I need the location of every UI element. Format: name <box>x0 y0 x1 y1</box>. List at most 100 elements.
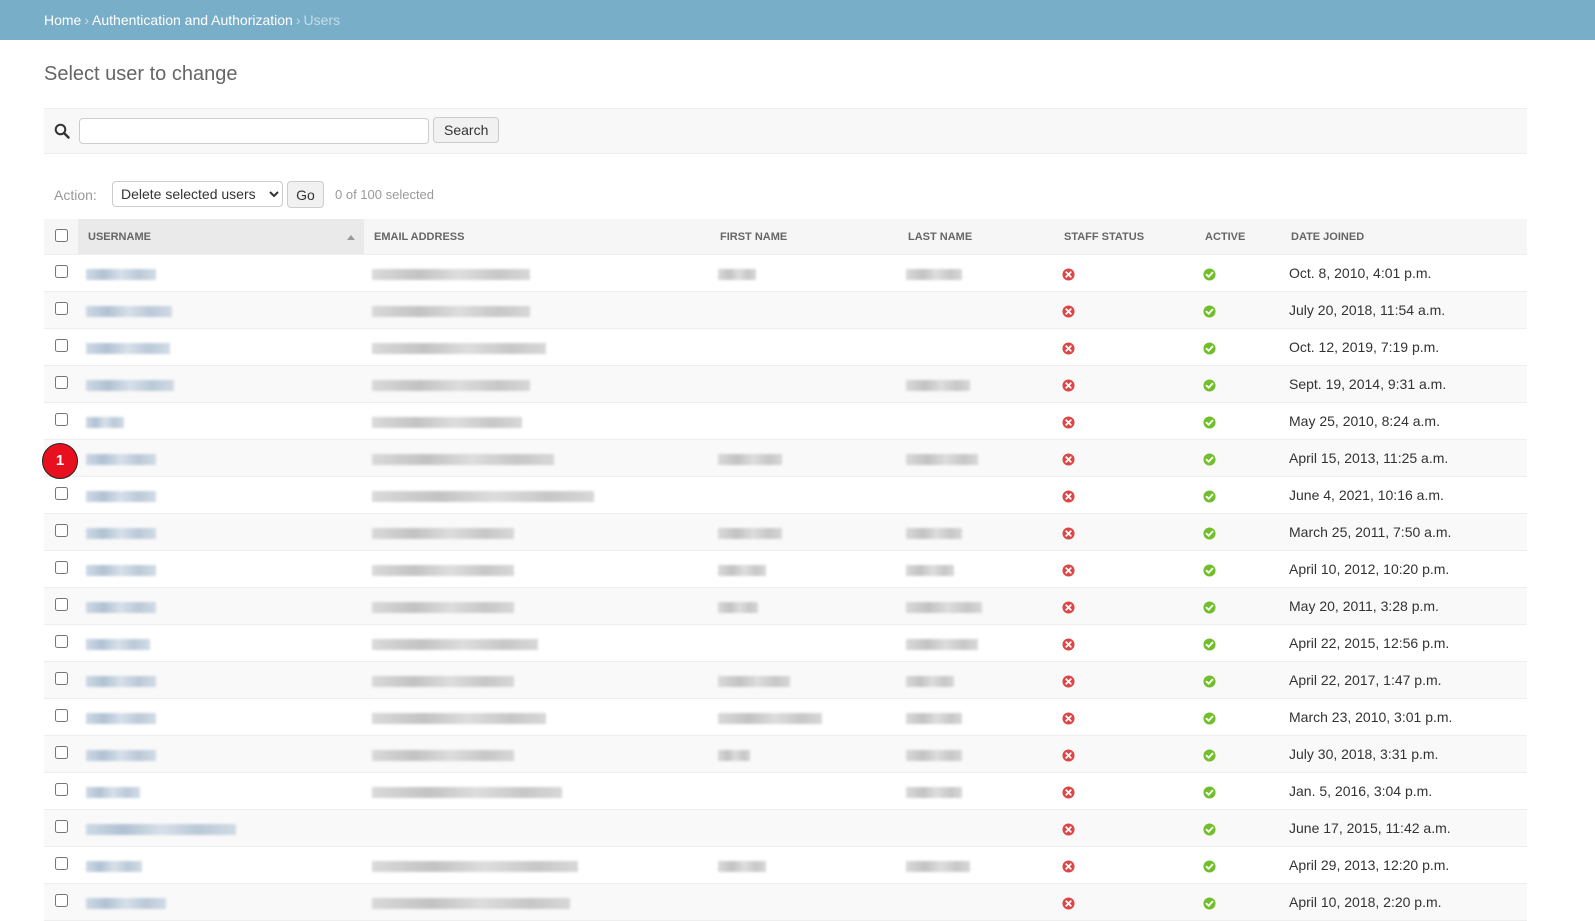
first-name-text <box>718 527 782 539</box>
row-select-cell <box>44 661 78 699</box>
table-row: Jan. 5, 2016, 3:04 p.m. <box>44 772 1527 810</box>
username-cell <box>78 476 364 514</box>
yes-icon <box>1203 490 1216 503</box>
search-input[interactable] <box>79 118 429 144</box>
row-select-checkbox[interactable] <box>54 857 68 870</box>
row-select-checkbox[interactable] <box>54 598 68 611</box>
table-row: June 4, 2021, 10:16 a.m. <box>44 476 1527 514</box>
username-link[interactable] <box>86 786 140 798</box>
last-name-text <box>906 860 970 872</box>
username-link[interactable] <box>86 897 166 909</box>
username-cell <box>78 883 364 921</box>
email-cell <box>364 661 710 699</box>
row-select-checkbox[interactable] <box>54 376 68 389</box>
first-name-cell <box>710 328 898 366</box>
email-cell <box>364 328 710 366</box>
last-name-cell <box>898 698 1054 736</box>
row-select-checkbox[interactable] <box>54 635 68 648</box>
row-select-checkbox[interactable] <box>54 265 68 278</box>
yes-icon <box>1203 860 1216 873</box>
sort-ascending-icon[interactable] <box>347 235 355 240</box>
row-select-checkbox[interactable] <box>54 672 68 685</box>
go-button[interactable]: Go <box>287 181 324 208</box>
row-select-checkbox[interactable] <box>54 413 68 426</box>
last-name-cell <box>898 254 1054 292</box>
table-row: July 30, 2018, 3:31 p.m. <box>44 735 1527 773</box>
date-joined-text: April 29, 2013, 12:20 p.m. <box>1289 857 1450 873</box>
username-link[interactable] <box>86 564 156 576</box>
username-link[interactable] <box>86 416 124 428</box>
row-select-checkbox[interactable] <box>54 709 68 722</box>
username-link[interactable] <box>86 675 156 687</box>
date-joined-cell: March 23, 2010, 3:01 p.m. <box>1281 698 1527 736</box>
email-text <box>372 268 530 280</box>
username-link[interactable] <box>86 490 156 502</box>
email-cell <box>364 809 710 847</box>
active-cell <box>1195 846 1281 884</box>
yes-icon <box>1203 823 1216 836</box>
last-name-cell <box>898 883 1054 921</box>
email-text <box>372 860 578 872</box>
column-header-date-joined[interactable]: Date joined <box>1281 219 1527 255</box>
first-name-cell <box>710 476 898 514</box>
table-row: April 15, 2013, 11:25 a.m. <box>44 439 1527 477</box>
search-button[interactable]: Search <box>433 117 500 143</box>
username-link[interactable] <box>86 342 170 354</box>
column-header-active[interactable]: Active <box>1195 219 1281 255</box>
active-cell <box>1195 291 1281 329</box>
row-select-cell <box>44 328 78 366</box>
username-link[interactable] <box>86 268 156 280</box>
username-link[interactable] <box>86 638 150 650</box>
username-link[interactable] <box>86 601 156 613</box>
username-cell <box>78 550 364 588</box>
row-select-checkbox[interactable] <box>54 561 68 574</box>
page-title: Select user to change <box>44 63 238 85</box>
username-link[interactable] <box>86 860 142 872</box>
username-link[interactable] <box>86 305 172 317</box>
row-select-checkbox[interactable] <box>54 894 68 907</box>
column-header-email[interactable]: Email address <box>364 219 710 255</box>
column-header-staff-status[interactable]: Staff status <box>1054 219 1195 255</box>
row-select-checkbox[interactable] <box>54 820 68 833</box>
email-text <box>372 490 594 502</box>
email-text <box>372 416 522 428</box>
breadcrumb-home-link[interactable]: Home <box>44 12 81 28</box>
row-select-checkbox[interactable] <box>54 487 68 500</box>
no-icon <box>1062 675 1075 688</box>
active-cell <box>1195 513 1281 551</box>
last-name-text <box>906 379 970 391</box>
row-select-checkbox[interactable] <box>54 524 68 537</box>
no-icon <box>1062 453 1075 466</box>
row-select-checkbox[interactable] <box>54 746 68 759</box>
select-all-checkbox[interactable] <box>54 228 68 242</box>
email-text <box>372 786 562 798</box>
row-select-checkbox[interactable] <box>54 339 68 352</box>
email-cell <box>364 587 710 625</box>
column-header-label: Date joined <box>1291 230 1365 243</box>
column-header-last-name[interactable]: Last name <box>898 219 1054 255</box>
username-link[interactable] <box>86 453 156 465</box>
action-select[interactable]: Delete selected users <box>112 181 283 207</box>
row-select-checkbox[interactable] <box>54 302 68 315</box>
row-select-checkbox[interactable] <box>54 783 68 796</box>
email-cell <box>364 291 710 329</box>
staff-status-cell <box>1054 513 1195 551</box>
no-icon <box>1062 638 1075 651</box>
column-header-username[interactable]: Username <box>78 219 364 255</box>
date-joined-cell: May 25, 2010, 8:24 a.m. <box>1281 402 1527 440</box>
breadcrumb-section-link[interactable]: Authentication and Authorization <box>92 12 293 28</box>
table-row: Oct. 12, 2019, 7:19 p.m. <box>44 328 1527 366</box>
username-link[interactable] <box>86 379 174 391</box>
username-link[interactable] <box>86 712 156 724</box>
selection-counter: 0 of 100 selected <box>335 187 435 202</box>
username-cell <box>78 365 364 403</box>
active-cell <box>1195 698 1281 736</box>
username-link[interactable] <box>86 527 156 539</box>
first-name-cell <box>710 624 898 662</box>
staff-status-cell <box>1054 698 1195 736</box>
username-link[interactable] <box>86 749 156 761</box>
column-header-first-name[interactable]: First name <box>710 219 898 255</box>
username-link[interactable] <box>86 823 236 835</box>
date-joined-text: April 15, 2013, 11:25 a.m. <box>1289 450 1449 466</box>
last-name-text <box>906 453 978 465</box>
